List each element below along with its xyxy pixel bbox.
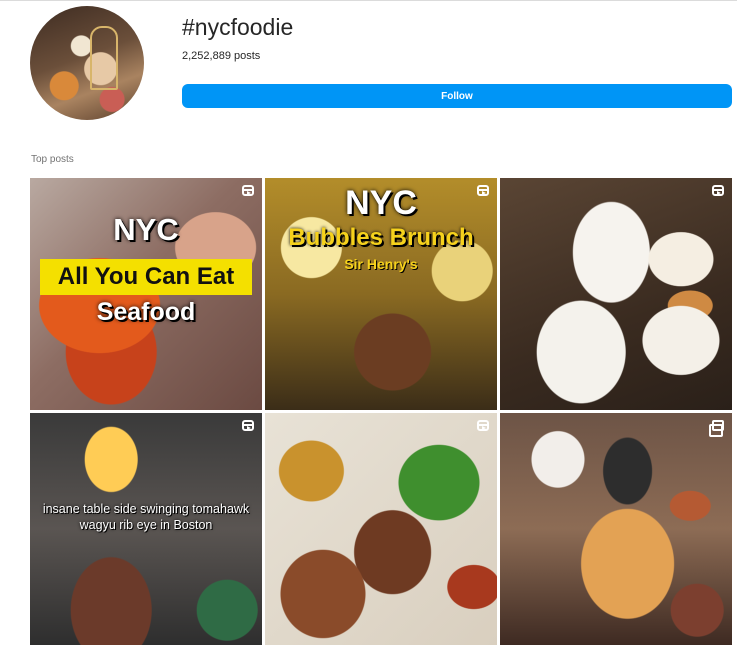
post-tile[interactable] [500,413,732,645]
reel-icon [242,420,254,431]
reel-icon [712,185,724,196]
post-tile[interactable] [265,413,497,645]
avatar-decor [90,26,118,90]
post-caption-line: All You Can Eat [40,259,252,295]
reel-icon [477,185,489,196]
hashtag-avatar [30,6,144,120]
post-caption-line: NYC [113,212,179,247]
post-count: 2,252,889 posts [182,50,261,62]
follow-button[interactable]: Follow [182,84,732,108]
post-caption-line: NYC [345,184,417,222]
post-tile[interactable]: insane table side swinging tomahawk wagy… [30,413,262,645]
reel-icon [477,420,489,431]
post-caption-line: Sir Henry's [344,256,418,272]
post-caption-line: Seafood [96,298,196,326]
reel-icon [242,185,254,196]
section-label: Top posts [31,154,74,165]
post-caption-line: Bubbles Brunch [288,224,474,251]
hashtag-title: #nycfoodie [182,14,294,40]
post-tile[interactable]: NYC All You Can Eat Seafood [30,178,262,410]
carousel-icon [709,420,724,437]
post-caption-line: insane table side swinging tomahawk wagy… [42,502,250,532]
post-tile[interactable] [500,178,732,410]
post-tile[interactable]: NYC Bubbles Brunch Sir Henry's [265,178,497,410]
top-divider [0,0,737,1]
